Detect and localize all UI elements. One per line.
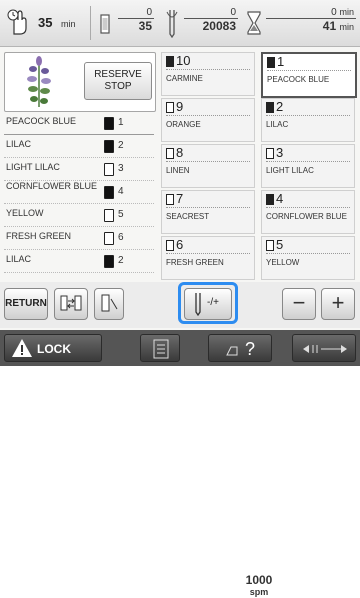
- reserve-stop-button[interactable]: RESERVE STOP: [84, 62, 152, 100]
- speed-unit: spm: [249, 587, 269, 597]
- color-sequence-list[interactable]: PEACOCK BLUE 1 LILAC 2 LIGHT LILAC 3 COR…: [4, 112, 154, 273]
- machine-help-icon: ?: [226, 339, 255, 359]
- spool-filled-icon: [104, 255, 114, 268]
- list-item[interactable]: FRESH GREEN 6: [4, 227, 154, 250]
- spool-filled-icon: [267, 57, 275, 68]
- needle-cell-2[interactable]: 2 LILAC: [261, 98, 355, 142]
- list-item[interactable]: LILAC 2: [4, 135, 154, 158]
- page-button[interactable]: [140, 334, 180, 362]
- needle-cell-3[interactable]: 3 LIGHT LILAC: [261, 144, 355, 188]
- lock-label: LOCK: [37, 342, 71, 356]
- stitch-current: 0: [184, 7, 238, 19]
- thread-cut-button[interactable]: [94, 288, 124, 320]
- manual-guide-button[interactable]: [292, 334, 356, 362]
- stitch-total: 20083: [202, 19, 236, 33]
- svg-text:?: ?: [245, 339, 255, 359]
- spool-filled-icon: [104, 186, 114, 199]
- color-sort-icon: [60, 295, 82, 311]
- return-button[interactable]: RETURN: [4, 288, 48, 320]
- hourglass-icon: [247, 11, 261, 35]
- spool-empty-icon: [266, 240, 274, 251]
- status-bar: 35 min 0 35 0 20083 0 min 41 min: [0, 0, 360, 47]
- color-total: 35: [138, 19, 152, 33]
- divider: [90, 6, 91, 40]
- remaining-unit-top: min: [339, 7, 354, 17]
- spool-empty-icon: [166, 102, 174, 113]
- spool-empty-icon: [104, 232, 114, 245]
- help-button[interactable]: ?: [208, 334, 272, 362]
- list-item[interactable]: LILAC 2: [4, 250, 154, 273]
- stop-label: STOP: [104, 81, 132, 92]
- spool-empty-icon: [104, 209, 114, 222]
- color-current: 0: [118, 7, 154, 19]
- spool-empty-icon: [166, 148, 174, 159]
- list-item[interactable]: LIGHT LILAC 3: [4, 158, 154, 181]
- needle-cell-10[interactable]: 10 CARMINE: [161, 52, 255, 96]
- thread-spool-icon: [101, 294, 118, 312]
- spool-empty-icon: [166, 240, 174, 251]
- spool-empty-icon: [104, 163, 114, 176]
- warning-icon: [12, 339, 32, 357]
- time-unit: min: [61, 19, 76, 29]
- flower-pattern-image: [27, 56, 51, 107]
- guide-arrows-icon: [303, 345, 347, 353]
- speed-down-button[interactable]: −: [282, 288, 316, 320]
- remaining-current: 0: [331, 7, 337, 18]
- needle-icon: [166, 10, 178, 38]
- spool-empty-icon: [266, 148, 274, 159]
- document-icon: [153, 339, 169, 359]
- bottom-bar: LOCK ?: [0, 330, 360, 366]
- embroidery-screen: 35 min 0 35 0 20083 0 min 41 min RESERVE…: [0, 0, 360, 597]
- needle-cell-9[interactable]: 9 ORANGE: [161, 98, 255, 142]
- remaining-time: 0 min 41 min: [266, 7, 356, 33]
- spool-filled-icon: [104, 117, 114, 130]
- list-item[interactable]: CORNFLOWER BLUE 4: [4, 181, 154, 204]
- reserve-label: RESERVE: [94, 69, 142, 80]
- spool-filled-icon: [104, 140, 114, 153]
- color-counter: 0 35: [118, 7, 154, 33]
- time-value: 35: [38, 15, 53, 30]
- needle-cell-4[interactable]: 4 CORNFLOWER BLUE: [261, 190, 355, 234]
- speed-display: 1000 spm: [244, 574, 274, 598]
- remaining-total: 41: [322, 19, 337, 33]
- needle-cell-7[interactable]: 7 SEACREST: [161, 190, 255, 234]
- hand-clock-icon: [7, 9, 27, 35]
- list-item[interactable]: YELLOW 5: [4, 204, 154, 227]
- remaining-unit-bottom: min: [339, 22, 354, 32]
- spool-filled-icon: [266, 102, 274, 113]
- focus-highlight: [178, 282, 238, 324]
- needle-cell-1[interactable]: 1 PEACOCK BLUE: [261, 52, 357, 98]
- spool-filled-icon: [166, 56, 174, 67]
- needle-cell-5[interactable]: 5 YELLOW: [261, 236, 355, 280]
- lock-button[interactable]: LOCK: [4, 334, 102, 362]
- stitch-counter: 0 20083: [184, 7, 238, 33]
- spool-filled-icon: [266, 194, 274, 205]
- list-item[interactable]: PEACOCK BLUE 1: [4, 112, 154, 135]
- speed-value: 1000: [245, 573, 273, 587]
- spool-empty-icon: [166, 194, 174, 205]
- needle-cell-8[interactable]: 8 LINEN: [161, 144, 255, 188]
- speed-up-button[interactable]: +: [321, 288, 355, 320]
- needle-cell-6[interactable]: 6 FRESH GREEN: [161, 236, 255, 280]
- spool-icon: [100, 14, 110, 34]
- color-sort-button[interactable]: [54, 288, 88, 320]
